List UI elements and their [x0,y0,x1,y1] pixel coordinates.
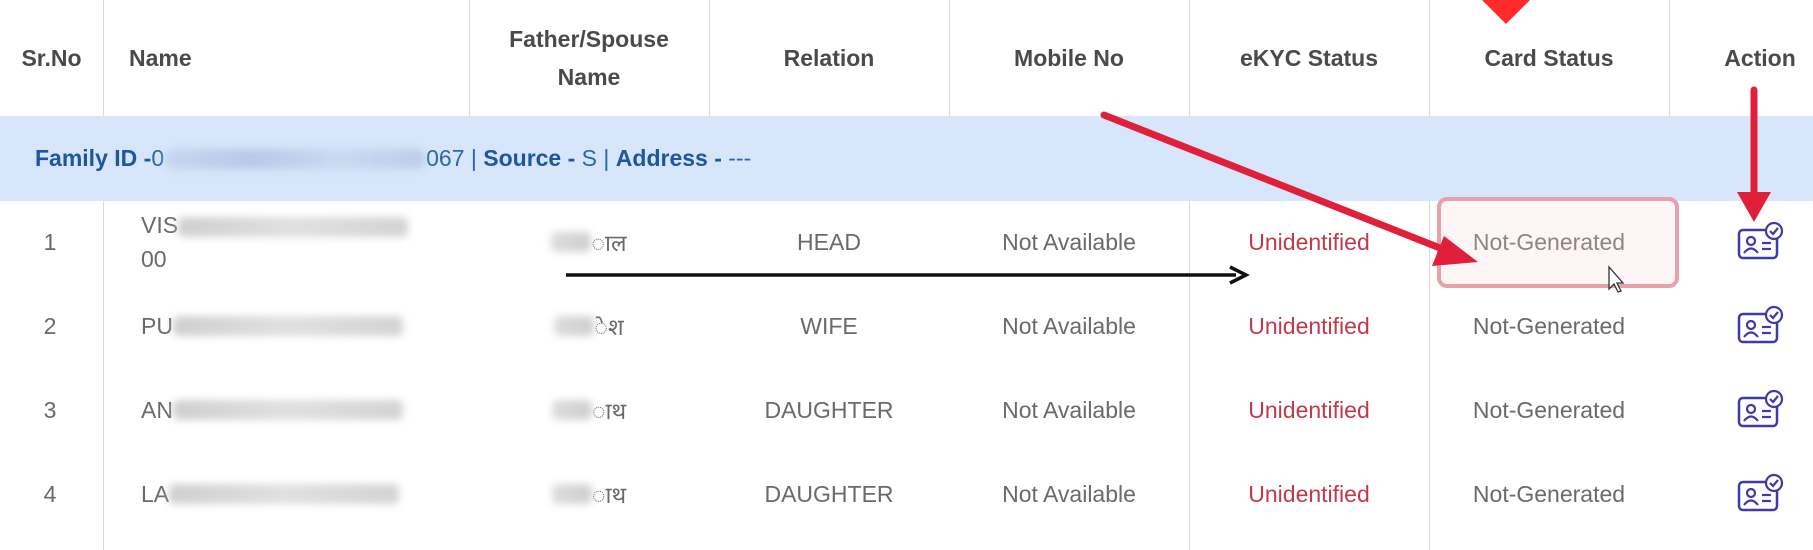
redacted-father-name [551,400,592,420]
table-row: 4 LA ाथ DAUGHTER Not Available Unidentif… [0,452,1813,536]
name-prefix: PU [141,313,173,339]
name-prefix: VIS [141,212,179,238]
source-value: S [581,145,598,171]
separator: | [597,145,616,171]
family-id-prefix: 0 [151,145,165,171]
mobile-no: Not Available [1002,312,1136,339]
card-status-highlight-box [1437,197,1679,288]
header-ekyc-status: eKYC Status [1239,45,1379,71]
card-status: Not-Generated [1472,396,1626,423]
redacted-name [178,216,409,237]
header-mobile-no: Mobile No [1014,45,1124,71]
family-id-label: Family ID - [35,145,152,171]
redacted-name [169,484,400,504]
father-name-suffix: ाथ [591,398,627,424]
member-name: VIS 00 [141,200,461,284]
father-name-suffix: ेश [594,314,624,340]
ekyc-status: Unidentified [1248,312,1370,339]
generate-card-button[interactable] [1736,368,1784,452]
header-relation: Relation [783,45,875,71]
family-id-suffix: 067 [426,145,465,171]
father-spouse-name: ाथ [469,452,709,536]
ekyc-status: Unidentified [1248,228,1370,255]
card-status: Not-Generated [1472,480,1626,507]
generate-card-button[interactable] [1736,452,1784,536]
sr-no: 1 [43,228,57,255]
address-label: Address - [615,145,729,171]
table-row: 3 AN ाथ DAUGHTER Not Available Unidentif… [0,368,1813,452]
id-card-verify-icon [1737,473,1784,512]
ekyc-status: Unidentified [1248,480,1370,507]
id-card-verify-icon [1737,305,1784,344]
generate-card-button[interactable] [1736,284,1784,368]
mobile-no: Not Available [1002,396,1136,423]
father-spouse-name: ेश [469,284,709,368]
sr-no: 4 [43,480,57,507]
member-name: LA [141,452,461,536]
name-prefix: LA [141,481,170,507]
family-info-band: Family ID - 0 067 | Source - S | Address… [0,116,1813,201]
sr-no: 3 [43,396,57,423]
father-spouse-name: ाल [469,200,709,284]
mobile-no: Not Available [1002,480,1136,507]
redacted-family-id [165,148,426,169]
id-card-verify-icon [1737,389,1784,428]
generate-card-button[interactable] [1736,200,1784,284]
redacted-father-name [551,232,592,252]
relation: HEAD [797,228,861,255]
separator: | [464,145,484,171]
redacted-name [172,316,403,336]
header-action: Action [1724,45,1796,71]
name-suffix: 00 [141,246,167,272]
ekyc-status: Unidentified [1248,396,1370,423]
header-card-status: Card Status [1484,45,1614,71]
name-prefix: AN [141,397,173,423]
mobile-no: Not Available [1002,228,1136,255]
id-card-verify-icon [1737,221,1784,260]
header-name: Name [129,45,192,71]
table-row: 2 PU ेश WIFE Not Available Unidentified … [0,284,1813,368]
father-name-suffix: ाल [591,230,627,256]
card-status: Not-Generated [1472,312,1626,339]
relation: DAUGHTER [764,480,894,507]
member-name: AN [141,368,461,452]
father-name-suffix: ाथ [591,482,627,508]
redacted-father-name [554,316,595,336]
sr-no: 2 [43,312,57,339]
redacted-name [172,400,403,420]
header-sr-no: Sr.No [21,45,82,71]
redacted-father-name [551,484,592,504]
source-label: Source - [483,145,582,171]
address-value: --- [728,145,752,171]
header-father-spouse-name: Father/Spouse Name [509,26,669,90]
member-name: PU [141,284,461,368]
relation: DAUGHTER [764,396,894,423]
relation: WIFE [800,312,858,339]
father-spouse-name: ाथ [469,368,709,452]
